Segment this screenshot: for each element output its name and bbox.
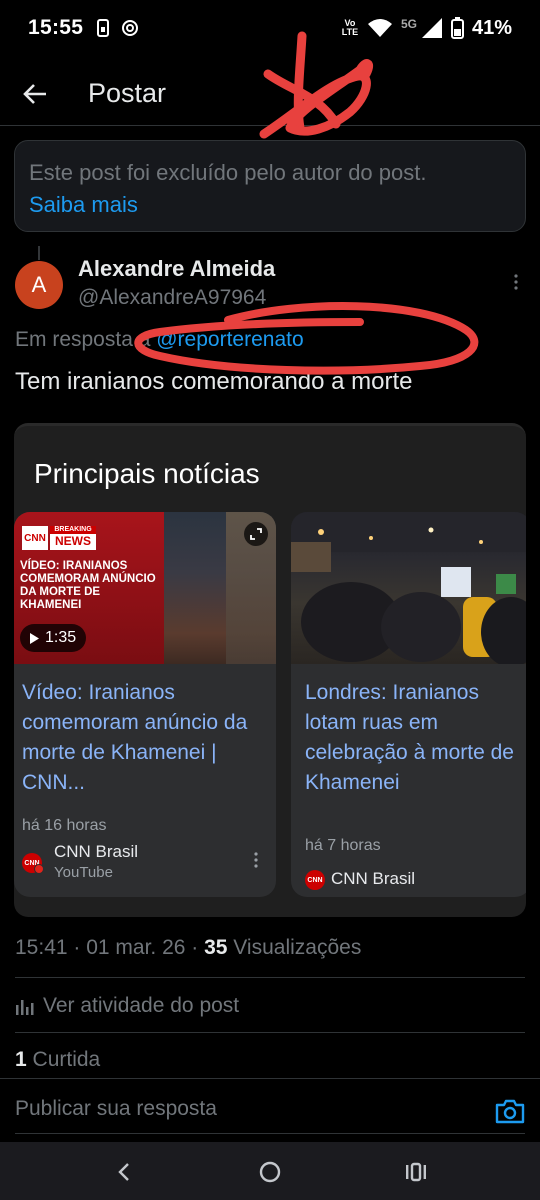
analytics-icon [16, 1000, 34, 1015]
volte-indicator: Vo LTE [341, 18, 359, 37]
nav-back-button[interactable] [110, 1158, 138, 1186]
news-thumbnail: CNN BREAKING NEWS VÍDEO: IRANIANOS COMEM… [14, 512, 276, 664]
news-more-button[interactable] [254, 852, 258, 873]
video-duration: 1:35 [45, 629, 77, 646]
chevron-left-icon [118, 1163, 129, 1181]
more-options-button[interactable] [504, 270, 528, 294]
post-activity-link[interactable]: Ver atividade do post [15, 994, 239, 1018]
focus-mode-icon [122, 20, 139, 36]
breaking-news-badge: BREAKING NEWS [50, 526, 96, 550]
views-count: 35 [204, 936, 228, 959]
post-activity-label: Ver atividade do post [43, 994, 240, 1017]
news-item[interactable]: CNN BREAKING NEWS VÍDEO: IRANIANOS COMEM… [14, 512, 276, 897]
news-headline[interactable]: Vídeo: Iranianos comemoram anúncio da mo… [22, 678, 272, 798]
likes-label: Curtida [26, 1048, 101, 1071]
kebab-menu-icon [514, 274, 518, 290]
back-button[interactable] [0, 62, 70, 126]
news-card: Principais notícias CNN BREAKING NEWS VÍ… [14, 423, 526, 917]
likes-count: 1 [15, 1048, 27, 1071]
battery-level: 41% [471, 16, 512, 39]
deleted-post-notice: Este post foi excluído pelo autor do pos… [14, 140, 526, 232]
author-name[interactable]: Alexandre Almeida [78, 256, 275, 282]
thread-connector [38, 246, 40, 260]
play-icon [30, 632, 39, 644]
news-headline[interactable]: Londres: Iranianos lotam ruas em celebra… [305, 678, 526, 798]
reply-underline [15, 1133, 525, 1134]
crowd-image [291, 512, 526, 664]
badge-bottom: NEWS [55, 534, 91, 548]
sim-card-icon [97, 19, 110, 37]
camera-icon [495, 1099, 525, 1124]
news-thumbnail [291, 512, 526, 664]
expand-icon [250, 528, 262, 540]
likes-summary[interactable]: 1 Curtida [15, 1048, 100, 1072]
battery-icon [450, 17, 464, 39]
youtube-icon [34, 864, 44, 874]
badge-top: BREAKING [50, 526, 96, 534]
news-time: há 7 horas [305, 837, 381, 854]
page-title: Postar [88, 78, 167, 108]
thumbnail-caption: VÍDEO: IRANIANOS COMEMORAM ANÚNCIO DA MO… [20, 560, 156, 611]
deleted-message: Este post foi excluído pelo autor do pos… [29, 160, 427, 185]
app-header: Postar [0, 62, 540, 126]
kebab-menu-icon [254, 852, 258, 868]
news-source: CNN Brasil [54, 842, 139, 861]
system-nav-bar [0, 1142, 540, 1200]
expand-button[interactable] [244, 522, 268, 546]
post-timestamp: 15:41 · 01 mar. 26 · [15, 936, 205, 959]
reply-mention-link[interactable]: @reporterenato [156, 328, 303, 351]
network-type: 5G [400, 17, 417, 31]
reply-prefix: Em resposta a [15, 328, 157, 351]
news-item[interactable]: Londres: Iranianos lotam ruas em celebra… [291, 512, 526, 897]
news-source: CNN Brasil [331, 869, 416, 888]
arrow-left-icon [23, 83, 46, 104]
views-label: Visualizações [227, 936, 362, 959]
author-handle[interactable]: @AlexandreA97964 [78, 286, 266, 310]
news-card-title: Principais notícias [34, 458, 260, 489]
avatar[interactable]: A [15, 261, 63, 309]
divider [15, 977, 525, 978]
camera-button[interactable] [494, 1097, 526, 1125]
news-platform: YouTube [54, 864, 113, 881]
divider [15, 1032, 525, 1033]
cnn-source-icon: CNN [305, 870, 325, 890]
nav-home-button[interactable] [256, 1158, 284, 1186]
reply-context: Em resposta a @reporterenato [15, 328, 304, 352]
video-duration-badge: 1:35 [20, 624, 87, 652]
home-circle-icon [259, 1161, 281, 1183]
news-time: há 16 horas [22, 817, 107, 834]
status-bar: 15:55 Vo LTE 5G 41% [0, 0, 540, 56]
learn-more-link[interactable]: Saiba mais [29, 189, 511, 221]
recent-apps-icon [406, 1162, 426, 1182]
nav-recents-button[interactable] [402, 1158, 430, 1186]
post-meta: 15:41 · 01 mar. 26 · 35 Visualizações [15, 936, 361, 960]
reply-input[interactable]: Publicar sua resposta [15, 1097, 217, 1121]
signal-icon [421, 18, 442, 38]
wifi-icon [367, 19, 392, 37]
reply-bar: Publicar sua resposta [0, 1078, 540, 1142]
status-time: 15:55 [28, 16, 84, 39]
cnn-logo: CNN [22, 526, 48, 550]
post-text: Tem iranianos comemorando a morte [15, 368, 413, 395]
